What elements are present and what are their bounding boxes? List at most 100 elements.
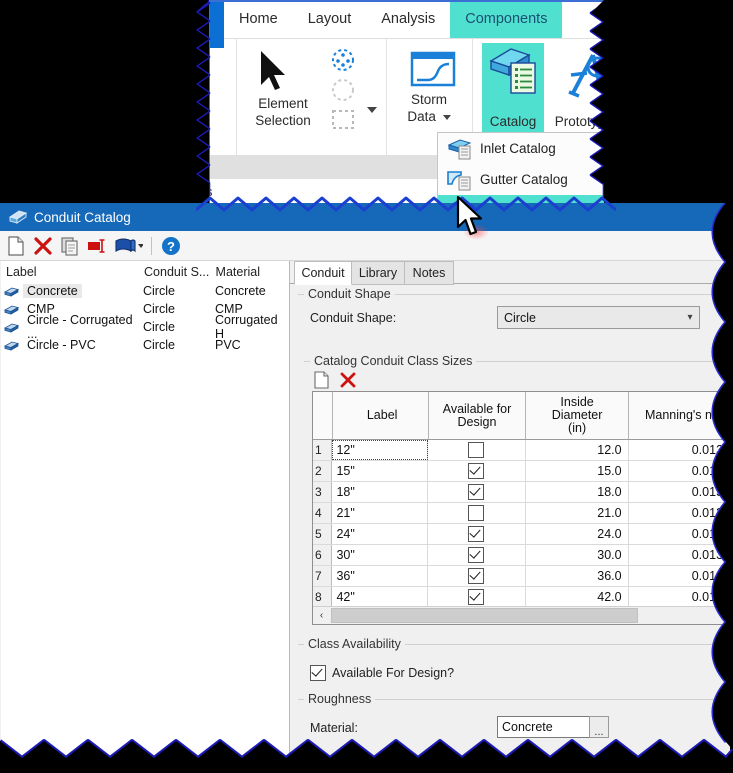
tab-library[interactable]: Library [350,261,406,285]
grid-header-row: Label Available for Design Inside Diamet… [313,392,729,440]
list-col-material[interactable]: Material [216,265,289,279]
dialog-title-bar[interactable]: Conduit Catalog [0,203,730,231]
storm-data-caret-icon[interactable] [442,114,451,120]
grid-col-label[interactable]: Label [332,392,429,439]
row-manning[interactable]: 0.013 [629,524,729,544]
rename-icon[interactable] [86,235,108,257]
grid-horizontal-scrollbar[interactable]: ‹ [313,606,729,624]
row-diameter[interactable]: 30.0 [526,545,629,565]
row-diameter[interactable]: 15.0 [526,461,629,481]
row-available[interactable] [428,587,526,607]
library-icon[interactable] [113,235,144,257]
checkbox[interactable] [468,442,485,458]
row-available[interactable] [428,482,526,502]
gutter-catalog-icon [446,169,474,191]
material-field[interactable]: Concrete [497,716,593,738]
row-label[interactable]: 12" [332,440,429,460]
row-available[interactable] [428,545,526,565]
checkbox[interactable] [468,484,485,500]
select-rectangle-icon[interactable] [328,107,360,135]
checkbox[interactable] [468,589,485,605]
tab-notes[interactable]: Notes [404,261,454,285]
list-item-shape: Circle [143,284,175,298]
scroll-thumb[interactable] [331,608,638,623]
row-available[interactable] [428,524,526,544]
row-diameter[interactable]: 36.0 [526,566,629,586]
ribbon-tab-analysis[interactable]: Analysis [366,0,450,38]
row-diameter[interactable]: 12.0 [526,440,629,460]
grid-col-available[interactable]: Available for Design [428,392,527,439]
table-row[interactable]: 1 12" 12.0 0.013 [313,440,729,461]
ribbon-tab-home[interactable]: Home [224,0,293,38]
row-manning[interactable]: 0.013 [629,503,729,523]
delete-icon[interactable] [32,235,54,257]
ribbon-tab-layout[interactable]: Layout [293,0,367,38]
conduit-shape-label: Conduit Shape: [310,311,397,325]
checkbox[interactable] [310,665,326,681]
menu-item-gutter-catalog[interactable]: Gutter Catalog [438,164,605,195]
row-diameter[interactable]: 24.0 [526,524,629,544]
table-row[interactable]: 5 24" 24.0 0.013 [313,524,729,545]
row-label[interactable]: 24" [332,524,429,544]
row-label[interactable]: 30" [332,545,429,565]
new-icon[interactable] [5,235,27,257]
row-manning[interactable]: 0.013 [629,545,729,565]
storm-data-icon[interactable] [410,51,456,89]
table-row[interactable]: 8 42" 42.0 0.013 [313,587,729,608]
list-item-shape: Circle [143,320,175,334]
table-row[interactable]: 2 15" 15.0 0.013 [313,461,729,482]
new-row-icon[interactable] [312,370,332,390]
select-circle-icon[interactable] [328,77,360,105]
row-diameter[interactable]: 21.0 [526,503,629,523]
row-diameter[interactable]: 18.0 [526,482,629,502]
checkbox[interactable] [468,505,485,521]
grid-col-manning[interactable]: Manning's n [628,392,729,439]
row-available[interactable] [428,440,526,460]
row-label[interactable]: 36" [332,566,429,586]
row-diameter[interactable]: 42.0 [526,587,629,607]
delete-row-icon[interactable] [338,370,358,390]
selection-dropdown-caret-icon[interactable] [367,107,377,113]
checkbox[interactable] [468,463,485,479]
ribbon-tab-components[interactable]: Components [450,0,563,38]
checkbox[interactable] [468,526,485,542]
menu-item-inlet-catalog[interactable]: Inlet Catalog [438,133,605,164]
list-item[interactable]: Circle - Corrugated ... Circle Corrugate… [1,313,289,341]
row-manning[interactable]: 0.013 [629,566,729,586]
table-row[interactable]: 7 36" 36.0 0.013 [313,566,729,587]
checkbox[interactable] [468,547,485,563]
available-for-design-row[interactable]: Available For Design? [310,665,454,681]
arrow-cursor-icon[interactable] [258,49,292,93]
row-available[interactable] [428,566,526,586]
conduit-shape-select[interactable]: Circle ▾ [497,306,700,329]
row-label[interactable]: 42" [332,587,429,607]
material-browse-button[interactable]: ... [589,716,609,738]
catalog-list-pane[interactable]: Label Conduit S... Material Concrete Cir [1,261,290,758]
table-row[interactable]: 4 21" 21.0 0.013 [313,503,729,524]
help-icon[interactable]: ? [160,235,182,257]
row-available[interactable] [428,503,526,523]
scroll-left-button[interactable]: ‹ [313,608,330,624]
row-label[interactable]: 18" [332,482,429,502]
list-col-shape[interactable]: Conduit S... [144,265,216,279]
row-label[interactable]: 21" [332,503,429,523]
table-row[interactable]: 6 30" 30.0 0.013 [313,545,729,566]
duplicate-icon[interactable] [59,235,81,257]
select-points-icon[interactable] [328,47,360,75]
row-manning[interactable]: 0.013 [629,587,729,607]
group-conduit-shape-title: Conduit Shape [304,287,395,301]
list-item[interactable]: Concrete Circle Concrete [1,282,289,300]
table-row[interactable]: 3 18" 18.0 0.013 [313,482,729,503]
row-manning[interactable]: 0.013 [629,482,729,502]
row-label[interactable]: 15" [332,461,429,481]
list-item[interactable]: Circle - PVC Circle PVC [1,336,289,354]
row-manning[interactable]: 0.013 [629,461,729,481]
grid-col-diameter[interactable]: Inside Diameter (in) [526,392,629,439]
row-manning[interactable]: 0.013 [629,440,729,460]
tab-conduit[interactable]: Conduit [294,261,352,285]
checkbox[interactable] [468,568,485,584]
material-label: Material: [310,721,358,735]
class-sizes-grid[interactable]: Label Available for Design Inside Diamet… [312,391,730,625]
row-available[interactable] [428,461,526,481]
list-col-label[interactable]: Label [1,265,144,279]
